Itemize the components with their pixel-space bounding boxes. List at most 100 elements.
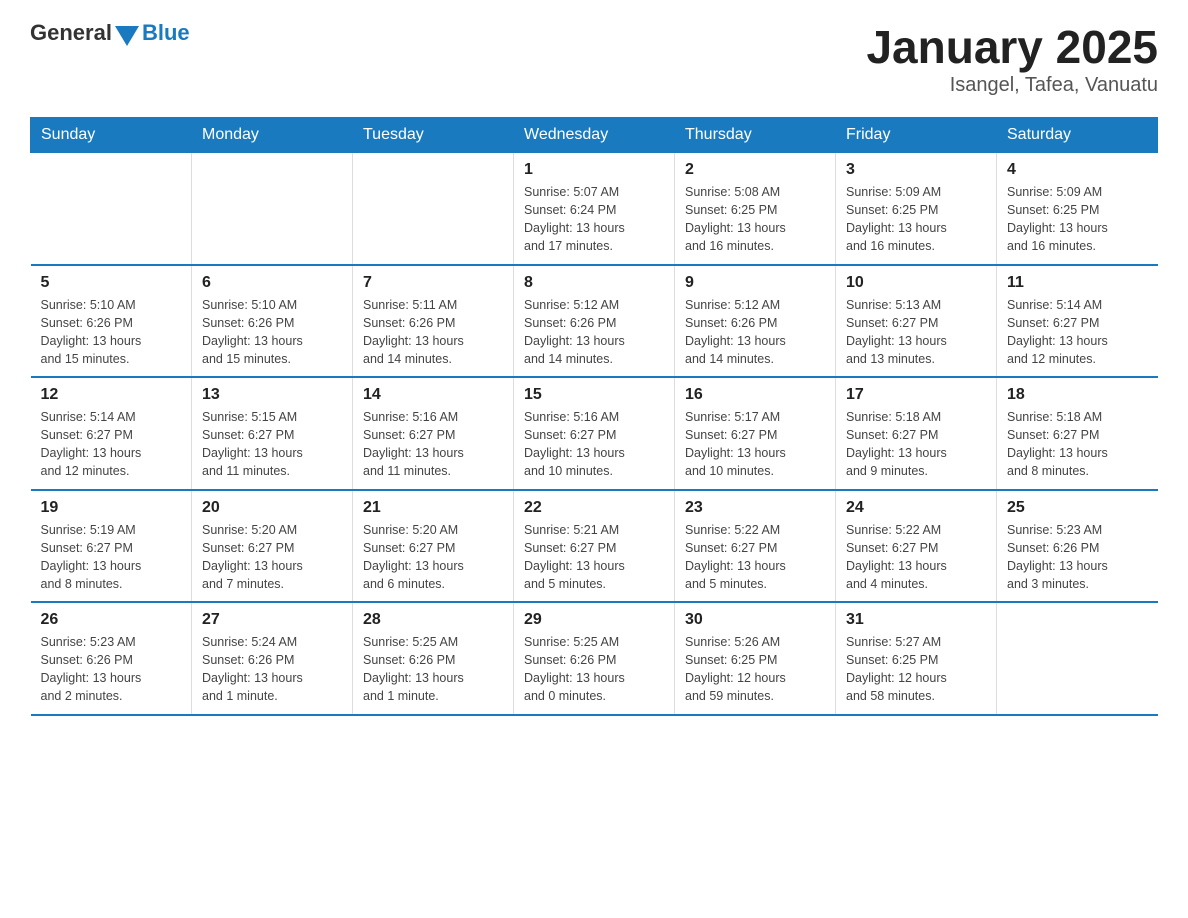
- day-number: 13: [202, 386, 342, 404]
- day-number: 3: [846, 161, 986, 179]
- day-number: 28: [363, 611, 503, 629]
- calendar-cell: 18Sunrise: 5:18 AM Sunset: 6:27 PM Dayli…: [997, 377, 1158, 490]
- day-info: Sunrise: 5:21 AM Sunset: 6:27 PM Dayligh…: [524, 521, 664, 594]
- day-number: 7: [363, 274, 503, 292]
- calendar-week-row: 5 Sunrise: 5:10 AM Sunset: 6:26 PM Daylig…: [31, 265, 1158, 378]
- day-info: Sunrise: 5:27 AM Sunset: 6:25 PM Dayligh…: [846, 633, 986, 706]
- day-info: Sunrise: 5:12 AM Sunset: 6:26 PM Dayligh…: [685, 296, 825, 369]
- day-number: 21: [363, 499, 503, 517]
- calendar-cell: 28 Sunrise: 5:25 AM Sunset: 6:26 PM Dayli…: [353, 602, 514, 715]
- day-info: Sunrise: 5:07 AM Sunset: 6:24 PM Dayligh…: [524, 183, 664, 256]
- day-info: Sunrise: 5:14 AM Sunset: 6:27 PM Dayligh…: [1007, 296, 1148, 369]
- day-info: Sunrise: 5:13 AM Sunset: 6:27 PM Dayligh…: [846, 296, 986, 369]
- day-info: Sunrise: 5:16 AM Sunset: 6:27 PM Dayligh…: [524, 408, 664, 481]
- calendar-cell: [31, 153, 192, 265]
- day-header-saturday: Saturday: [997, 118, 1158, 153]
- day-number: 29: [524, 611, 664, 629]
- day-number: 17: [846, 386, 986, 404]
- day-number: 9: [685, 274, 825, 292]
- day-number: 30: [685, 611, 825, 629]
- logo-triangle-icon: [115, 26, 139, 46]
- calendar-cell: 27Sunrise: 5:24 AM Sunset: 6:26 PM Dayli…: [192, 602, 353, 715]
- calendar-week-row: 26 Sunrise: 5:23 AM Sunset: 6:26 PM Dayli…: [31, 602, 1158, 715]
- calendar-cell: 2Sunrise: 5:08 AM Sunset: 6:25 PM Daylig…: [675, 153, 836, 265]
- day-info: Sunrise: 5:12 AM Sunset: 6:26 PM Dayligh…: [524, 296, 664, 369]
- day-number: 26: [41, 611, 182, 629]
- calendar-cell: 24Sunrise: 5:22 AM Sunset: 6:27 PM Dayli…: [836, 490, 997, 603]
- day-number: 5: [41, 274, 182, 292]
- logo-blue-text: Blue: [142, 20, 190, 46]
- day-header-tuesday: Tuesday: [353, 118, 514, 153]
- calendar-cell: 1 Sunrise: 5:07 AM Sunset: 6:24 PM Daylig…: [514, 153, 675, 265]
- day-info: Sunrise: 5:09 AM Sunset: 6:25 PM Dayligh…: [846, 183, 986, 256]
- calendar-cell: 5 Sunrise: 5:10 AM Sunset: 6:26 PM Daylig…: [31, 265, 192, 378]
- day-info: Sunrise: 5:18 AM Sunset: 6:27 PM Dayligh…: [846, 408, 986, 481]
- calendar-cell: 6Sunrise: 5:10 AM Sunset: 6:26 PM Daylig…: [192, 265, 353, 378]
- calendar-cell: 9 Sunrise: 5:12 AM Sunset: 6:26 PM Daylig…: [675, 265, 836, 378]
- calendar-cell: 16 Sunrise: 5:17 AM Sunset: 6:27 PM Dayli…: [675, 377, 836, 490]
- calendar-cell: 29 Sunrise: 5:25 AM Sunset: 6:26 PM Dayli…: [514, 602, 675, 715]
- calendar-cell: 7 Sunrise: 5:11 AM Sunset: 6:26 PM Daylig…: [353, 265, 514, 378]
- day-number: 12: [41, 386, 182, 404]
- day-info: Sunrise: 5:15 AM Sunset: 6:27 PM Dayligh…: [202, 408, 342, 481]
- day-info: Sunrise: 5:22 AM Sunset: 6:27 PM Dayligh…: [685, 521, 825, 594]
- calendar-cell: 4 Sunrise: 5:09 AM Sunset: 6:25 PM Daylig…: [997, 153, 1158, 265]
- calendar-cell: 25 Sunrise: 5:23 AM Sunset: 6:26 PM Dayli…: [997, 490, 1158, 603]
- day-info: Sunrise: 5:11 AM Sunset: 6:26 PM Dayligh…: [363, 296, 503, 369]
- day-number: 31: [846, 611, 986, 629]
- day-info: Sunrise: 5:26 AM Sunset: 6:25 PM Dayligh…: [685, 633, 825, 706]
- day-header-wednesday: Wednesday: [514, 118, 675, 153]
- day-info: Sunrise: 5:14 AM Sunset: 6:27 PM Dayligh…: [41, 408, 182, 481]
- day-info: Sunrise: 5:25 AM Sunset: 6:26 PM Dayligh…: [524, 633, 664, 706]
- day-number: 24: [846, 499, 986, 517]
- day-header-thursday: Thursday: [675, 118, 836, 153]
- calendar-cell: 8Sunrise: 5:12 AM Sunset: 6:26 PM Daylig…: [514, 265, 675, 378]
- logo: General Blue: [30, 20, 190, 46]
- location-subtitle: Isangel, Tafea, Vanuatu: [866, 74, 1158, 97]
- day-number: 18: [1007, 386, 1148, 404]
- logo-general-text: General: [30, 20, 112, 46]
- calendar-cell: 17 Sunrise: 5:18 AM Sunset: 6:27 PM Dayli…: [836, 377, 997, 490]
- day-number: 11: [1007, 274, 1148, 292]
- day-number: 14: [363, 386, 503, 404]
- calendar-cell: 31 Sunrise: 5:27 AM Sunset: 6:25 PM Dayli…: [836, 602, 997, 715]
- title-section: January 2025 Isangel, Tafea, Vanuatu: [866, 20, 1158, 97]
- month-title: January 2025: [866, 20, 1158, 74]
- day-number: 19: [41, 499, 182, 517]
- day-number: 22: [524, 499, 664, 517]
- calendar-cell: [353, 153, 514, 265]
- calendar-cell: 22 Sunrise: 5:21 AM Sunset: 6:27 PM Dayli…: [514, 490, 675, 603]
- day-info: Sunrise: 5:09 AM Sunset: 6:25 PM Dayligh…: [1007, 183, 1148, 256]
- calendar-week-row: 19Sunrise: 5:19 AM Sunset: 6:27 PM Dayli…: [31, 490, 1158, 603]
- day-number: 1: [524, 161, 664, 179]
- day-info: Sunrise: 5:25 AM Sunset: 6:26 PM Dayligh…: [363, 633, 503, 706]
- day-number: 16: [685, 386, 825, 404]
- day-number: 15: [524, 386, 664, 404]
- day-info: Sunrise: 5:10 AM Sunset: 6:26 PM Dayligh…: [202, 296, 342, 369]
- calendar-cell: 26 Sunrise: 5:23 AM Sunset: 6:26 PM Dayli…: [31, 602, 192, 715]
- day-info: Sunrise: 5:17 AM Sunset: 6:27 PM Dayligh…: [685, 408, 825, 481]
- day-info: Sunrise: 5:23 AM Sunset: 6:26 PM Dayligh…: [41, 633, 182, 706]
- day-info: Sunrise: 5:24 AM Sunset: 6:26 PM Dayligh…: [202, 633, 342, 706]
- day-info: Sunrise: 5:16 AM Sunset: 6:27 PM Dayligh…: [363, 408, 503, 481]
- calendar-cell: 12 Sunrise: 5:14 AM Sunset: 6:27 PM Dayli…: [31, 377, 192, 490]
- day-number: 20: [202, 499, 342, 517]
- calendar-cell: 15 Sunrise: 5:16 AM Sunset: 6:27 PM Dayli…: [514, 377, 675, 490]
- day-info: Sunrise: 5:23 AM Sunset: 6:26 PM Dayligh…: [1007, 521, 1148, 594]
- calendar-cell: 20Sunrise: 5:20 AM Sunset: 6:27 PM Dayli…: [192, 490, 353, 603]
- day-info: Sunrise: 5:10 AM Sunset: 6:26 PM Dayligh…: [41, 296, 182, 369]
- calendar-table: SundayMondayTuesdayWednesdayThursdayFrid…: [30, 117, 1158, 716]
- day-number: 23: [685, 499, 825, 517]
- calendar-cell: [997, 602, 1158, 715]
- day-info: Sunrise: 5:08 AM Sunset: 6:25 PM Dayligh…: [685, 183, 825, 256]
- day-number: 25: [1007, 499, 1148, 517]
- calendar-cell: 14 Sunrise: 5:16 AM Sunset: 6:27 PM Dayli…: [353, 377, 514, 490]
- day-header-sunday: Sunday: [31, 118, 192, 153]
- day-number: 4: [1007, 161, 1148, 179]
- calendar-cell: 19Sunrise: 5:19 AM Sunset: 6:27 PM Dayli…: [31, 490, 192, 603]
- calendar-cell: 10 Sunrise: 5:13 AM Sunset: 6:27 PM Dayli…: [836, 265, 997, 378]
- calendar-cell: 21Sunrise: 5:20 AM Sunset: 6:27 PM Dayli…: [353, 490, 514, 603]
- day-number: 10: [846, 274, 986, 292]
- calendar-cell: 30 Sunrise: 5:26 AM Sunset: 6:25 PM Dayli…: [675, 602, 836, 715]
- calendar-header-row: SundayMondayTuesdayWednesdayThursdayFrid…: [31, 118, 1158, 153]
